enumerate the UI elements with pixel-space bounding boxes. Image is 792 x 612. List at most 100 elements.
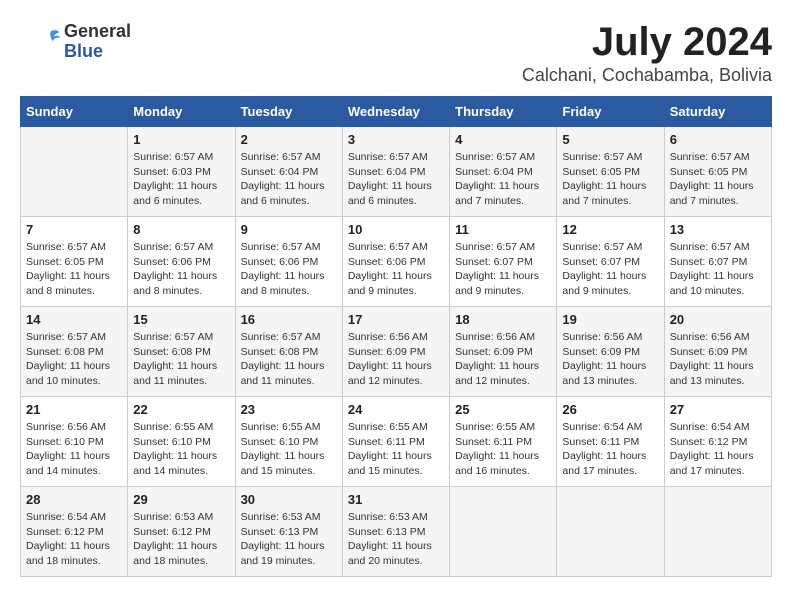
day-info-line: Daylight: 11 hours — [241, 540, 325, 552]
day-cell: 15Sunrise: 6:57 AMSunset: 6:08 PMDayligh… — [128, 307, 235, 397]
day-info-line: Daylight: 11 hours — [455, 270, 539, 282]
day-cell: 17Sunrise: 6:56 AMSunset: 6:09 PMDayligh… — [342, 307, 449, 397]
day-info-line: Daylight: 11 hours — [26, 360, 110, 372]
day-info-line: Sunset: 6:04 PM — [348, 166, 426, 178]
day-info-line: and 12 minutes. — [348, 375, 423, 387]
day-info-line: Sunset: 6:11 PM — [455, 436, 532, 448]
day-number: 26 — [562, 402, 658, 417]
day-info-line: Sunset: 6:05 PM — [670, 166, 748, 178]
day-info-line: Sunrise: 6:57 AM — [455, 241, 535, 253]
day-cell: 24 Sunrise: 6:55 AMSunset: 6:11 PMDayligh… — [342, 397, 449, 487]
header-cell-monday: Monday — [128, 97, 235, 127]
day-info-line: Sunrise: 6:57 AM — [241, 241, 321, 253]
day-cell: 10Sunrise: 6:57 AMSunset: 6:06 PMDayligh… — [342, 217, 449, 307]
day-info: Sunrise: 6:57 AMSunset: 6:04 PMDaylight:… — [455, 150, 551, 209]
day-cell — [21, 127, 128, 217]
day-info-line: Sunset: 6:03 PM — [133, 166, 211, 178]
day-cell — [664, 487, 771, 577]
day-info-line: Sunrise: 6:55 AM — [455, 421, 535, 433]
day-info-line: Sunset: 6:13 PM — [348, 526, 426, 538]
day-info-line: Sunset: 6:12 PM — [26, 526, 104, 538]
day-cell: 31Sunrise: 6:53 AMSunset: 6:13 PMDayligh… — [342, 487, 449, 577]
day-info-line: Sunrise: 6:56 AM — [670, 331, 750, 343]
header-cell-saturday: Saturday — [664, 97, 771, 127]
day-cell: 6Sunrise: 6:57 AMSunset: 6:05 PMDaylight… — [664, 127, 771, 217]
day-info-line: Daylight: 11 hours — [241, 360, 325, 372]
day-info: Sunrise: 6:56 AMSunset: 6:09 PMDaylight:… — [670, 330, 766, 389]
day-cell: 21 Sunrise: 6:56 AMSunset: 6:10 PMDayligh… — [21, 397, 128, 487]
day-info: Sunrise: 6:55 AMSunset: 6:11 PMDaylight:… — [348, 420, 444, 479]
day-number: 3 — [348, 132, 444, 147]
day-info-line: and 8 minutes. — [133, 285, 202, 297]
day-info-line: Daylight: 11 hours — [455, 180, 539, 192]
day-info-line: Sunrise: 6:57 AM — [26, 331, 106, 343]
day-info-line: Sunset: 6:08 PM — [241, 346, 319, 358]
day-info: Sunrise: 6:53 AMSunset: 6:13 PMDaylight:… — [241, 510, 337, 569]
day-number: 21 — [26, 402, 122, 417]
day-info-line: Sunset: 6:11 PM — [348, 436, 425, 448]
day-info: Sunrise: 6:56 AMSunset: 6:09 PMDaylight:… — [455, 330, 551, 389]
day-info-line: Sunrise: 6:56 AM — [455, 331, 535, 343]
day-info: Sunrise: 6:56 AMSunset: 6:10 PMDaylight:… — [26, 420, 122, 479]
day-info-line: Sunrise: 6:57 AM — [670, 151, 750, 163]
day-info-line: and 7 minutes. — [562, 195, 631, 207]
day-info-line: and 15 minutes. — [241, 465, 316, 477]
day-number: 14 — [26, 312, 122, 327]
day-info-line: Daylight: 11 hours — [26, 540, 110, 552]
day-info-line: Sunset: 6:08 PM — [133, 346, 211, 358]
day-info-line: Sunrise: 6:54 AM — [670, 421, 750, 433]
day-cell: 18Sunrise: 6:56 AMSunset: 6:09 PMDayligh… — [450, 307, 557, 397]
day-info-line: Daylight: 11 hours — [133, 360, 217, 372]
day-info: Sunrise: 6:57 AM Sunset: 6:07 PM Daylight:… — [455, 240, 551, 299]
day-cell: 25Sunrise: 6:55 AMSunset: 6:11 PMDayligh… — [450, 397, 557, 487]
day-number: 24 — [348, 402, 444, 417]
day-info-line: Daylight: 11 hours — [562, 180, 646, 192]
day-info-line: Daylight: 11 hours — [455, 360, 539, 372]
day-cell: 2Sunrise: 6:57 AMSunset: 6:04 PMDaylight… — [235, 127, 342, 217]
day-info-line: and 18 minutes. — [26, 555, 101, 567]
day-cell: 14Sunrise: 6:57 AMSunset: 6:08 PMDayligh… — [21, 307, 128, 397]
day-number: 20 — [670, 312, 766, 327]
day-info: Sunrise: 6:54 AM Sunset: 6:12 PM Daylight:… — [26, 510, 122, 569]
day-info-line: Daylight: 11 hours — [670, 360, 754, 372]
day-cell: 23Sunrise: 6:55 AMSunset: 6:10 PMDayligh… — [235, 397, 342, 487]
day-cell: 22Sunrise: 6:55 AMSunset: 6:10 PMDayligh… — [128, 397, 235, 487]
day-info-line: Sunrise: 6:57 AM — [562, 241, 642, 253]
day-info-line: Daylight: 11 hours — [562, 270, 646, 282]
day-info-line: and 14 minutes. — [133, 465, 208, 477]
day-info-line: and 19 minutes. — [241, 555, 316, 567]
day-number: 31 — [348, 492, 444, 507]
day-info: Sunrise: 6:57 AMSunset: 6:05 PMDaylight:… — [670, 150, 766, 209]
day-cell: 30Sunrise: 6:53 AMSunset: 6:13 PMDayligh… — [235, 487, 342, 577]
day-info-line: Sunset: 6:13 PM — [241, 526, 319, 538]
day-number: 11 — [455, 222, 551, 237]
week-row-4: 21 Sunrise: 6:56 AMSunset: 6:10 PMDayligh… — [21, 397, 772, 487]
day-info-line: Sunrise: 6:54 AM — [26, 511, 106, 523]
day-info-line: Sunset: 6:12 PM — [670, 436, 748, 448]
day-info-line: Sunrise: 6:57 AM — [562, 151, 642, 163]
header-cell-sunday: Sunday — [21, 97, 128, 127]
day-info-line: Sunset: 6:11 PM — [562, 436, 639, 448]
day-info-line: Daylight: 11 hours — [562, 360, 646, 372]
day-info-line: Daylight: 11 hours — [455, 450, 539, 462]
day-info: Sunrise: 6:57 AMSunset: 6:06 PMDaylight:… — [133, 240, 229, 299]
page-header: General Blue July 2024 Calchani, Cochaba… — [20, 20, 772, 86]
day-info: Sunrise: 6:56 AMSunset: 6:09 PMDaylight:… — [562, 330, 658, 389]
day-info-line: and 18 minutes. — [133, 555, 208, 567]
day-info-line: Sunrise: 6:55 AM — [133, 421, 213, 433]
day-info-line: Daylight: 11 hours — [348, 450, 432, 462]
day-number: 16 — [241, 312, 337, 327]
day-info-line: Sunrise: 6:53 AM — [133, 511, 213, 523]
day-cell: 4Sunrise: 6:57 AMSunset: 6:04 PMDaylight… — [450, 127, 557, 217]
day-info-line: Daylight: 11 hours — [133, 180, 217, 192]
day-number: 10 — [348, 222, 444, 237]
day-info-line: Daylight: 11 hours — [670, 270, 754, 282]
day-info-line: Sunset: 6:07 PM — [562, 256, 640, 268]
day-info-line: Sunset: 6:07 PM — [670, 256, 748, 268]
day-cell: 28Sunrise: 6:54 AMSunset: 6:12 PMDayligh… — [21, 487, 128, 577]
day-info-line: and 14 minutes. — [26, 465, 101, 477]
day-number: 27 — [670, 402, 766, 417]
day-info-line: Sunset: 6:07 PM — [455, 256, 533, 268]
day-info: Sunrise: 6:57 AMSunset: 6:07 PMDaylight:… — [670, 240, 766, 299]
day-info-line: Daylight: 11 hours — [133, 270, 217, 282]
